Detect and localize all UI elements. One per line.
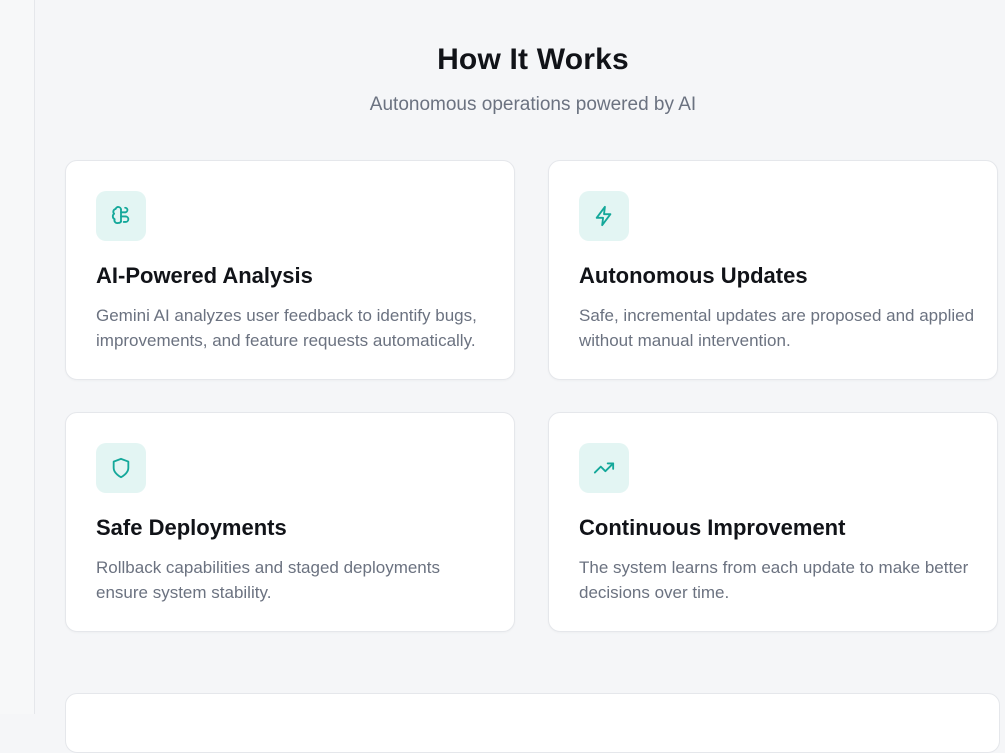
section-subtitle: Autonomous operations powered by AI	[369, 94, 697, 115]
card-description: Safe, incremental updates are proposed a…	[579, 306, 975, 350]
card-description: Rollback capabilities and staged deploym…	[96, 558, 440, 602]
card-title: Autonomous Updates	[579, 263, 808, 288]
trending-up-icon	[579, 443, 629, 493]
card-title: Continuous Improvement	[579, 515, 846, 540]
feature-card-ai-analysis: AI-Powered Analysis Gemini AI analyzes u…	[65, 160, 515, 380]
feature-card-continuous-improvement: Continuous Improvement The system learns…	[548, 412, 998, 632]
lightning-icon	[579, 191, 629, 241]
next-section-panel	[65, 693, 1000, 753]
shield-icon	[96, 443, 146, 493]
card-description: The system learns from each update to ma…	[579, 558, 969, 602]
sidebar-edge	[0, 0, 35, 714]
brain-icon	[96, 191, 146, 241]
card-description: Gemini AI analyzes user feedback to iden…	[96, 306, 477, 350]
feature-card-autonomous-updates: Autonomous Updates Safe, incremental upd…	[548, 160, 998, 380]
section-title: How It Works	[437, 43, 629, 76]
card-title: AI-Powered Analysis	[96, 263, 313, 288]
feature-card-safe-deployments: Safe Deployments Rollback capabilities a…	[65, 412, 515, 632]
main-content: How It Works Autonomous operations power…	[35, 0, 1005, 753]
card-title: Safe Deployments	[96, 515, 287, 540]
